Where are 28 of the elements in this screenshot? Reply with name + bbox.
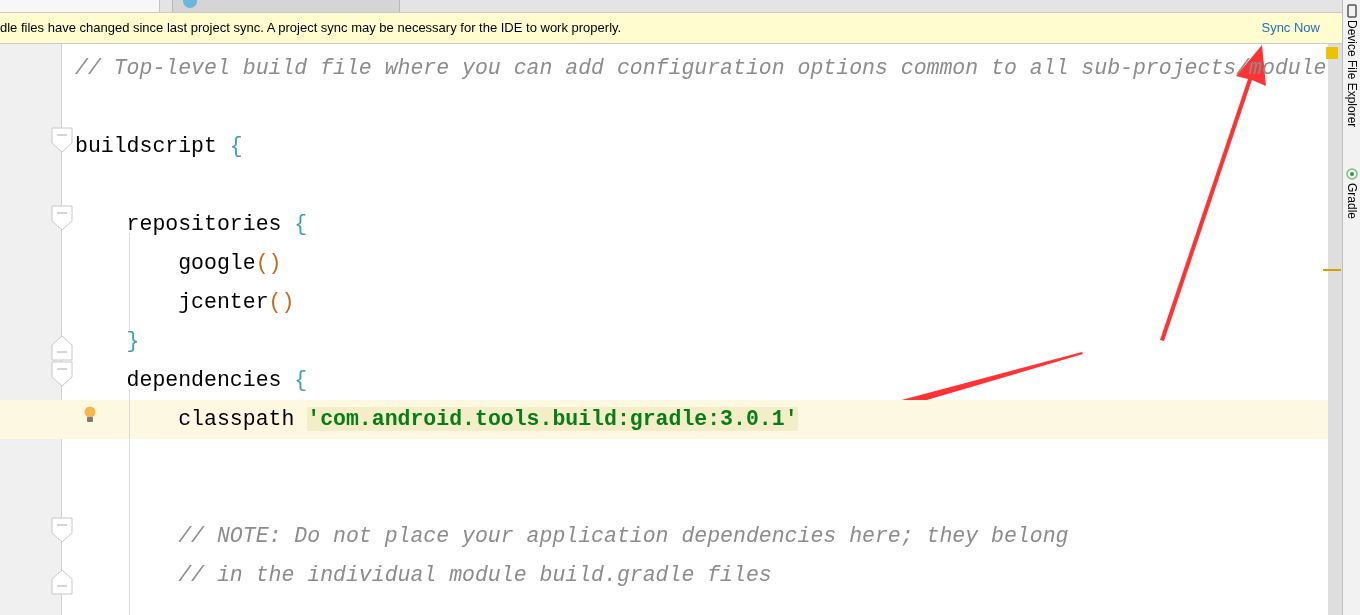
- warning-marker[interactable]: [1326, 47, 1338, 59]
- editor-tab[interactable]: [172, 0, 400, 12]
- banner-message: dle files have changed since last project sync. A project sync may be necessary for the IDE to work properly.: [0, 19, 622, 38]
- code-line: dependencies {: [125, 367, 308, 394]
- code-line: // NOTE: Do not place your application dependencies here; they belong: [177, 523, 1069, 550]
- file-icon: [183, 0, 197, 8]
- fold-marker-icon[interactable]: [51, 335, 73, 361]
- warning-marker[interactable]: [1323, 269, 1341, 271]
- fold-marker-icon[interactable]: [51, 361, 73, 387]
- tool-window-button[interactable]: Gradle: [1342, 167, 1360, 220]
- ring-icon: [1345, 167, 1358, 182]
- lightbulb-icon[interactable]: [84, 406, 96, 423]
- scrollbar[interactable]: [1328, 44, 1342, 615]
- code-line: google(): [177, 250, 282, 277]
- tool-window-button[interactable]: Device File Explorer: [1342, 4, 1360, 128]
- phone-icon: [1345, 4, 1358, 18]
- sync-now-link[interactable]: Sync Now: [1261, 18, 1320, 38]
- fold-marker-icon[interactable]: [51, 205, 73, 231]
- fold-marker-icon[interactable]: [51, 569, 73, 595]
- code-line: // in the individual module build.gradle files: [177, 562, 772, 589]
- code-line: buildscript {: [75, 133, 243, 160]
- code-line: jcenter(): [177, 289, 295, 316]
- code-line: repositories {: [125, 211, 308, 238]
- code-line: }: [125, 328, 140, 355]
- fold-marker-icon[interactable]: [51, 127, 73, 153]
- code-line: classpath 'com.android.tools.build:gradle:3.0.1': [177, 406, 798, 433]
- fold-marker-icon[interactable]: [51, 517, 73, 543]
- editor-tab[interactable]: [0, 0, 160, 12]
